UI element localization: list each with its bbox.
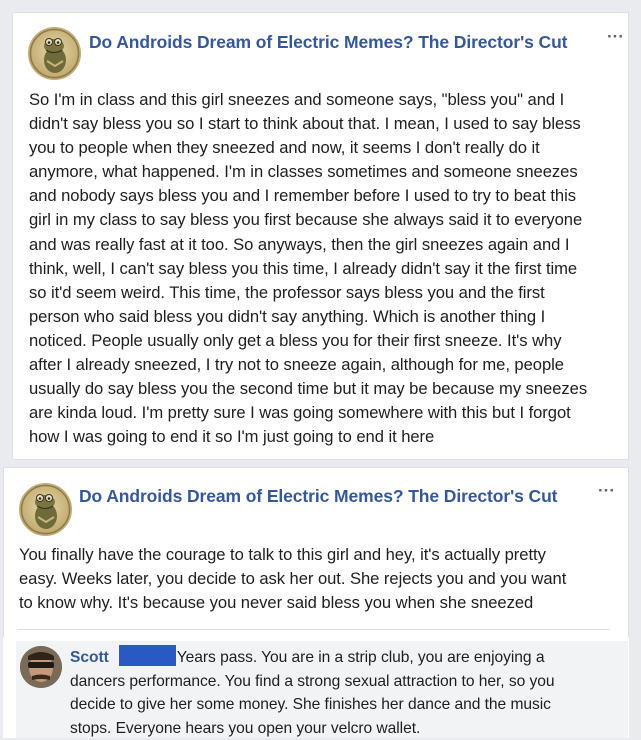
page-avatar[interactable] bbox=[28, 27, 81, 80]
redaction-box bbox=[118, 645, 176, 666]
post-text-line: and was really fast at it too. So anyway… bbox=[29, 234, 570, 254]
post-text-line: how I was going to end it so I'm just go… bbox=[29, 427, 435, 447]
more-options-icon[interactable]: ··· bbox=[598, 481, 615, 501]
post-text-line: easy. Weeks later, you decide to ask her… bbox=[19, 569, 567, 589]
comment-line: decide to give her some money. She finis… bbox=[70, 696, 551, 714]
post-text-line: didn't say bless you so I start to think… bbox=[29, 114, 581, 134]
page-name-link[interactable]: Do Androids Dream of Electric Memes? The… bbox=[89, 32, 568, 53]
post-text-line: so it'd seem weird. This time, the profe… bbox=[29, 282, 545, 302]
post-text-line: you to people when they sneezed and now,… bbox=[29, 138, 540, 158]
comment-body: Scott Years pass. You are in a strip club… bbox=[70, 645, 630, 740]
divider bbox=[17, 629, 610, 630]
comment-line: dancers performance. You find a strong s… bbox=[70, 672, 555, 690]
post-text: You finally have the courage to talk to … bbox=[19, 543, 566, 615]
post-text-line: usually do say bless you the second time… bbox=[29, 379, 588, 399]
post-text-line: noticed. People usually only get a bless… bbox=[29, 330, 562, 350]
comment-text: Years pass. You are in a strip club, you… bbox=[176, 649, 545, 666]
post-text-line: You finally have the courage to talk to … bbox=[19, 545, 546, 564]
user-avatar-icon bbox=[20, 646, 62, 688]
kermit-frog-coin-icon bbox=[29, 28, 80, 79]
post-text-line: person who said bless you didn't say any… bbox=[29, 306, 546, 326]
post-text-line: and nobody says bless you and I remember… bbox=[29, 186, 576, 206]
post-text-line: after I already sneezed, I try not to sn… bbox=[29, 355, 564, 375]
post-text-line: So I'm in class and this girl sneezes an… bbox=[29, 90, 565, 109]
commenter-name[interactable]: Scott bbox=[70, 649, 109, 666]
comment-line: stops. Everyone hears you open your velc… bbox=[70, 719, 421, 737]
comment-line: Scott Years pass. You are in a strip club… bbox=[70, 645, 630, 670]
kermit-frog-coin-icon bbox=[20, 484, 71, 535]
post-text-line: girl in my class to say bless you first … bbox=[29, 210, 583, 230]
more-options-icon[interactable]: ··· bbox=[607, 27, 624, 47]
post-text-line: think, well, I can't say bless you this … bbox=[29, 258, 578, 278]
post-text-line: anymore, what happened. I'm in classes s… bbox=[29, 162, 578, 182]
post-text: So I'm in class and this girl sneezes an… bbox=[29, 88, 587, 449]
post-text-line: are kinda loud. I'm pretty sure I was go… bbox=[29, 403, 571, 423]
commenter-avatar[interactable] bbox=[20, 646, 62, 688]
page-avatar[interactable] bbox=[19, 483, 72, 536]
page-name-link[interactable]: Do Androids Dream of Electric Memes? The… bbox=[79, 486, 558, 507]
post-text-line: to know why. It's because you never said… bbox=[19, 593, 534, 613]
